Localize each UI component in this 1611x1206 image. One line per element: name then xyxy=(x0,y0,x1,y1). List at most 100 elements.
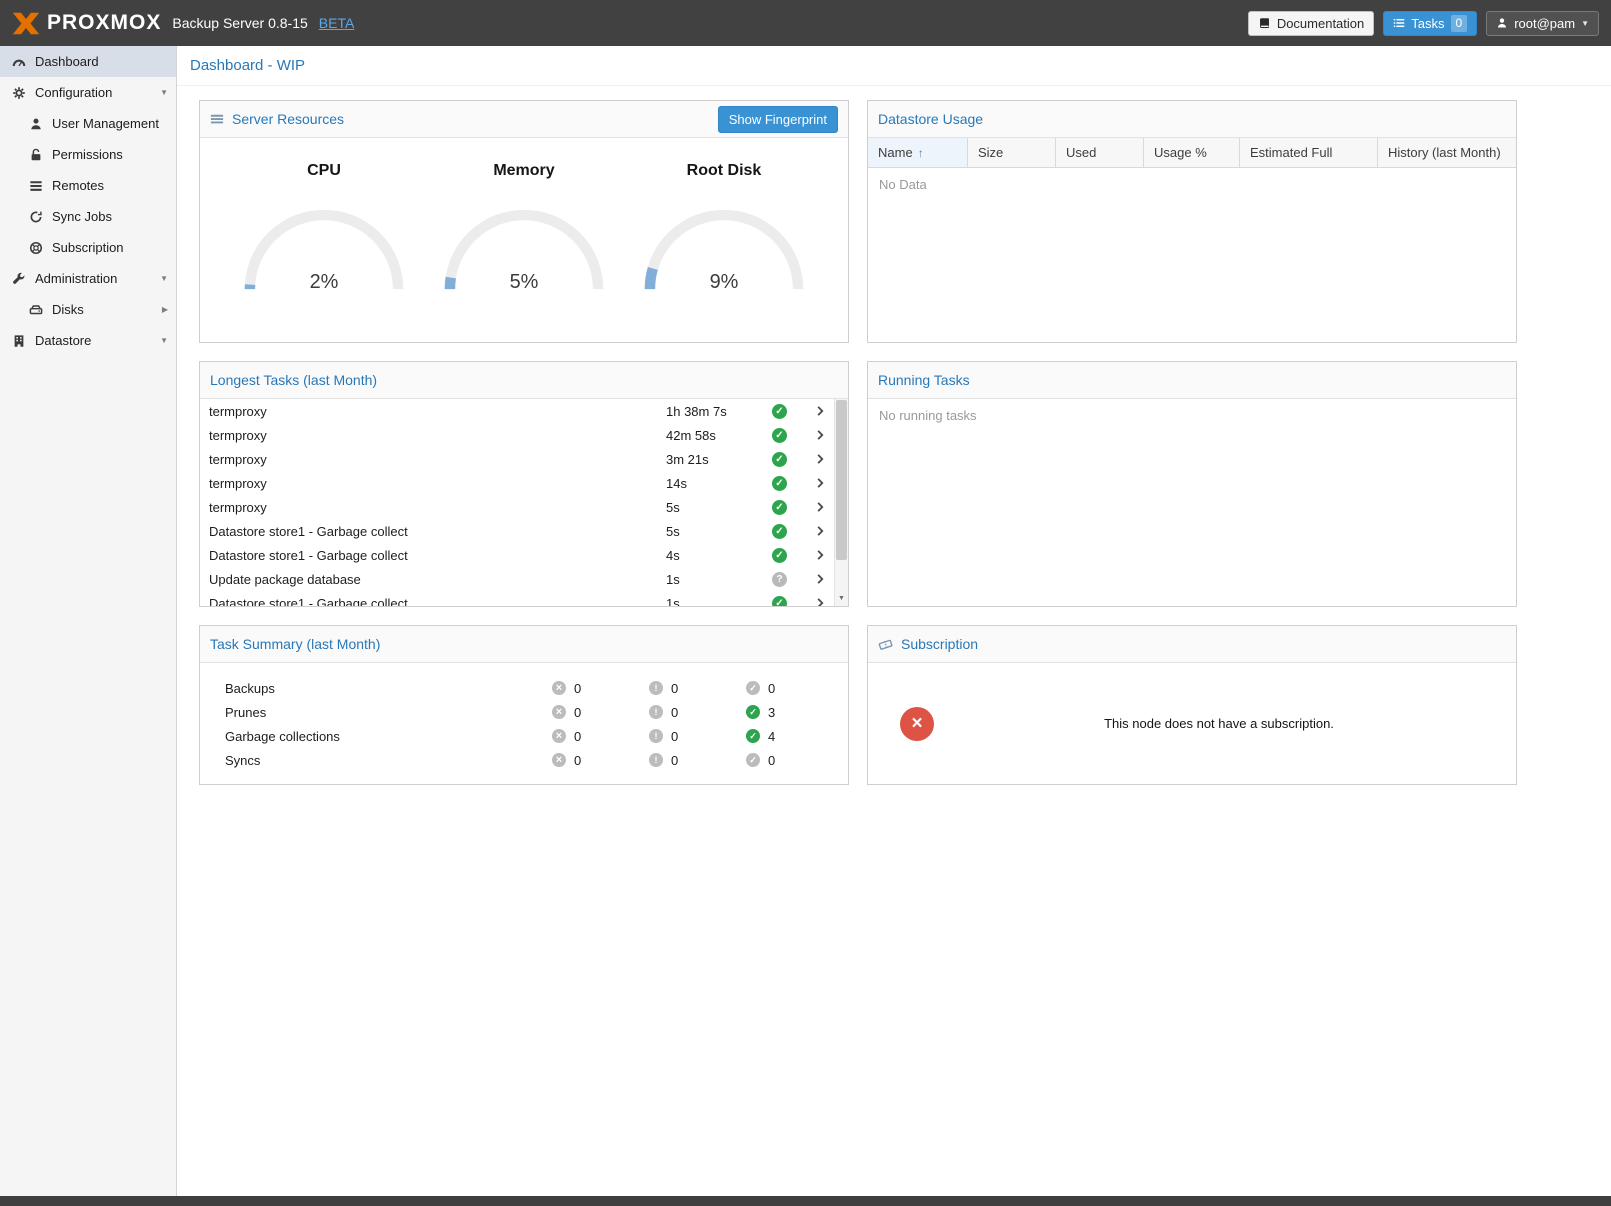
column-header-used[interactable]: Used xyxy=(1056,138,1144,167)
summary-label: Garbage collections xyxy=(225,729,552,744)
chevron-right-icon[interactable] xyxy=(806,500,834,514)
user-menu-button[interactable]: root@pam ▼ xyxy=(1486,11,1599,36)
chevron-right-icon: ▶ xyxy=(162,305,168,314)
summary-row: Prunes 0 0 xyxy=(200,700,848,724)
task-status-icon xyxy=(772,572,787,587)
memory-gauge: Memory 5% xyxy=(427,162,622,295)
warning-icon xyxy=(649,729,663,743)
show-fingerprint-button[interactable]: Show Fingerprint xyxy=(718,106,838,133)
ok-count: 0 xyxy=(768,681,775,696)
sidebar-item-user-management[interactable]: User Management xyxy=(0,108,176,139)
left-column: Server Resources Show Fingerprint CPU xyxy=(199,100,849,785)
column-header-history[interactable]: History (last Month) xyxy=(1378,138,1516,167)
task-duration: 5s xyxy=(666,500,772,515)
summary-warning-cell: 0 xyxy=(649,681,746,696)
sidebar-item-configuration[interactable]: Configuration ▼ xyxy=(0,77,176,108)
error-icon xyxy=(552,729,566,743)
resources-icon xyxy=(210,112,224,126)
sidebar-item-administration[interactable]: Administration ▼ xyxy=(0,263,176,294)
panel-title: Running Tasks xyxy=(878,372,970,388)
sidebar-item-label: Subscription xyxy=(52,240,124,255)
gauge-label: CPU xyxy=(227,162,422,180)
task-name: termproxy xyxy=(209,404,666,419)
error-icon xyxy=(552,705,566,719)
task-duration: 42m 58s xyxy=(666,428,772,443)
book-icon xyxy=(1258,17,1271,30)
sidebar-item-disks[interactable]: Disks ▶ xyxy=(0,294,176,325)
panel-title: Datastore Usage xyxy=(878,111,983,127)
task-row[interactable]: Datastore store1 - Garbage collect 5s xyxy=(200,519,834,543)
task-row[interactable]: termproxy 3m 21s xyxy=(200,447,834,471)
task-status-icon xyxy=(772,476,787,491)
sidebar: Dashboard Configuration ▼ User Managemen… xyxy=(0,46,177,1196)
running-tasks-body: No running tasks xyxy=(868,399,1516,606)
sidebar-item-remotes[interactable]: Remotes xyxy=(0,170,176,201)
sidebar-item-subscription[interactable]: Subscription xyxy=(0,232,176,263)
task-row[interactable]: termproxy 1h 38m 7s xyxy=(200,399,834,423)
ok-icon xyxy=(746,681,760,695)
chevron-right-icon[interactable] xyxy=(806,596,834,606)
error-icon xyxy=(552,753,566,767)
chevron-right-icon[interactable] xyxy=(806,548,834,562)
task-row[interactable]: Datastore store1 - Garbage collect 1s xyxy=(200,591,834,606)
sidebar-item-permissions[interactable]: Permissions xyxy=(0,139,176,170)
task-name: termproxy xyxy=(209,476,666,491)
task-status-icon xyxy=(772,428,787,443)
footer-bar xyxy=(0,1196,1611,1206)
chevron-down-icon: ▼ xyxy=(160,336,168,345)
topbar-actions: Documentation Tasks 0 root@pam ▼ xyxy=(1248,11,1599,36)
warning-count: 0 xyxy=(671,753,678,768)
gauge-label: Memory xyxy=(427,162,622,180)
sidebar-item-datastore[interactable]: Datastore ▼ xyxy=(0,325,176,356)
panel-title: Longest Tasks (last Month) xyxy=(210,372,377,388)
documentation-button[interactable]: Documentation xyxy=(1248,11,1374,36)
error-count: 0 xyxy=(574,681,581,696)
no-subscription-icon: × xyxy=(900,707,934,741)
sidebar-item-dashboard[interactable]: Dashboard xyxy=(0,46,176,77)
chevron-right-icon[interactable] xyxy=(806,476,834,490)
subscription-message: This node does not have a subscription. xyxy=(934,716,1504,731)
chevron-down-icon: ▼ xyxy=(160,274,168,283)
summary-error-cell: 0 xyxy=(552,753,649,768)
user-icon xyxy=(28,117,43,131)
ok-count: 0 xyxy=(768,753,775,768)
task-row[interactable]: termproxy 14s xyxy=(200,471,834,495)
chevron-right-icon[interactable] xyxy=(806,452,834,466)
panel-title: Subscription xyxy=(901,636,978,652)
chevron-right-icon[interactable] xyxy=(806,572,834,586)
dashboard-content: Server Resources Show Fingerprint CPU xyxy=(177,86,1611,1196)
chevron-right-icon[interactable] xyxy=(806,404,834,418)
error-count: 0 xyxy=(574,753,581,768)
column-header-estimated-full[interactable]: Estimated Full xyxy=(1240,138,1378,167)
column-header-size[interactable]: Size xyxy=(968,138,1056,167)
server-resources-panel: Server Resources Show Fingerprint CPU xyxy=(199,100,849,343)
task-summary-panel: Task Summary (last Month) Backups 0 xyxy=(199,625,849,785)
chevron-right-icon[interactable] xyxy=(806,428,834,442)
no-data-text: No Data xyxy=(868,168,1516,201)
scrollbar-down-arrow[interactable]: ▼ xyxy=(835,592,848,605)
column-header-name[interactable]: Name ↑ xyxy=(868,138,968,167)
tasks-button[interactable]: Tasks 0 xyxy=(1383,11,1477,36)
task-row[interactable]: Datastore store1 - Garbage collect 4s xyxy=(200,543,834,567)
summary-ok-cell: 3 xyxy=(746,705,843,720)
gauge-value: 5% xyxy=(510,271,539,293)
task-duration: 4s xyxy=(666,548,772,563)
task-row[interactable]: termproxy 42m 58s xyxy=(200,423,834,447)
task-list-icon xyxy=(1393,17,1405,29)
task-name: termproxy xyxy=(209,428,666,443)
sidebar-item-sync-jobs[interactable]: Sync Jobs xyxy=(0,201,176,232)
list-icon xyxy=(28,179,43,193)
task-row[interactable]: termproxy 5s xyxy=(200,495,834,519)
longest-tasks-body: termproxy 1h 38m 7s xyxy=(200,399,848,606)
scrollbar[interactable]: ▼ xyxy=(834,399,848,606)
user-label: root@pam xyxy=(1514,16,1575,31)
column-header-usage[interactable]: Usage % xyxy=(1144,138,1240,167)
server-resources-body: CPU 2% Memory xyxy=(200,138,848,342)
server-resources-header: Server Resources Show Fingerprint xyxy=(200,101,848,138)
summary-label: Syncs xyxy=(225,753,552,768)
beta-link[interactable]: BETA xyxy=(319,15,355,31)
user-icon xyxy=(1496,17,1508,29)
chevron-right-icon[interactable] xyxy=(806,524,834,538)
task-row[interactable]: Update package database 1s xyxy=(200,567,834,591)
scrollbar-thumb[interactable] xyxy=(836,400,847,560)
